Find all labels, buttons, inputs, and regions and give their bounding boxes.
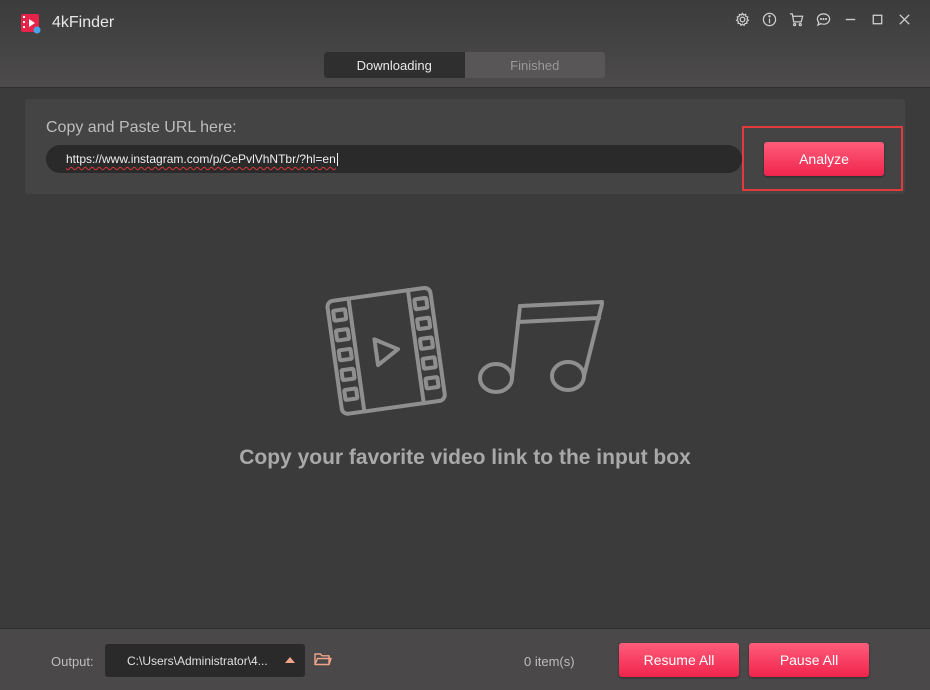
empty-state-message: Copy your favorite video link to the inp… xyxy=(239,446,691,469)
items-count: 0 item(s) xyxy=(524,654,575,669)
tab-bar: Downloading Finished xyxy=(324,52,605,78)
folder-icon[interactable] xyxy=(314,651,332,667)
chat-icon[interactable] xyxy=(810,9,837,29)
info-icon[interactable] xyxy=(756,9,783,29)
music-note-icon xyxy=(478,300,604,394)
pause-all-button[interactable]: Pause All xyxy=(749,643,869,677)
url-input[interactable]: https://www.instagram.com/p/CePvlVhNTbr/… xyxy=(46,145,742,173)
text-caret xyxy=(336,152,338,166)
app-title: 4kFinder xyxy=(52,14,115,31)
caret-up-icon xyxy=(285,657,295,663)
empty-state-illustration xyxy=(325,285,604,416)
tab-downloading[interactable]: Downloading xyxy=(324,52,465,78)
title-bar: 4kFinder Downloading Finished xyxy=(0,0,930,88)
video-film-icon xyxy=(325,285,447,416)
bottom-bar: Output: C:\Users\Administrator\4... 0 it… xyxy=(0,628,930,690)
url-input-value: https://www.instagram.com/p/CePvlVhNTbr/… xyxy=(66,152,336,166)
gear-icon[interactable] xyxy=(729,9,756,29)
close-icon[interactable] xyxy=(891,9,918,29)
analyze-button[interactable]: Analyze xyxy=(764,142,884,176)
minimize-icon[interactable] xyxy=(837,9,864,29)
output-path-value: C:\Users\Administrator\4... xyxy=(127,653,268,668)
resume-all-button[interactable]: Resume All xyxy=(619,643,739,677)
output-path-select[interactable]: C:\Users\Administrator\4... xyxy=(105,644,305,677)
tab-finished[interactable]: Finished xyxy=(465,52,606,78)
url-label: Copy and Paste URL here: xyxy=(46,119,237,136)
output-label: Output: xyxy=(51,654,94,669)
maximize-icon[interactable] xyxy=(864,9,891,29)
cart-icon[interactable] xyxy=(783,9,810,29)
app-logo-icon xyxy=(21,14,41,34)
